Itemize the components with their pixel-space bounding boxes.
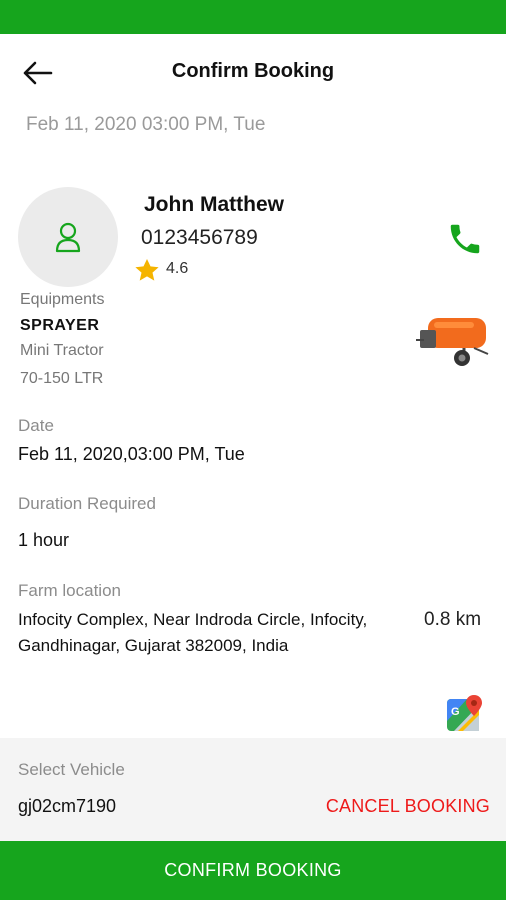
provider-name: John Matthew xyxy=(144,193,284,216)
call-button[interactable] xyxy=(446,220,484,258)
farm-location-label: Farm location xyxy=(18,581,121,600)
star-icon xyxy=(135,259,159,281)
provider-phone: 0123456789 xyxy=(141,226,258,249)
distance-value: 0.8 km xyxy=(424,609,482,630)
farm-location-address: Infocity Complex, Near Indroda Circle, I… xyxy=(18,610,368,655)
status-bar xyxy=(0,0,506,34)
duration-value: 1 hour xyxy=(18,530,70,550)
page-title: Confirm Booking xyxy=(171,60,335,82)
date-label: Date xyxy=(18,416,54,435)
date-value: Feb 11, 2020,03:00 PM, Tue xyxy=(18,444,245,464)
vehicle-select[interactable]: gj02cm7190 xyxy=(18,796,116,817)
equipment-label: Equipments xyxy=(20,291,105,308)
google-maps-icon: G xyxy=(447,695,482,731)
equipment-type: Mini Tractor xyxy=(20,342,104,359)
svg-text:G: G xyxy=(451,706,460,718)
confirm-booking-button[interactable]: CONFIRM BOOKING xyxy=(0,841,506,900)
avatar xyxy=(18,187,118,287)
sprayer-icon xyxy=(416,318,489,366)
rating-value: 4.6 xyxy=(166,260,189,277)
equipment-name: SPRAYER xyxy=(20,317,100,334)
vehicle-label: Select Vehicle xyxy=(18,760,125,779)
phone-icon xyxy=(450,224,480,254)
cancel-booking-button[interactable]: CANCEL BOOKING xyxy=(306,796,490,817)
vehicle-panel xyxy=(0,738,506,841)
map-button[interactable]: G xyxy=(446,694,484,732)
duration-label: Duration Required xyxy=(18,494,156,513)
booking-datetime: Feb 11, 2020 03:00 PM, Tue xyxy=(26,114,266,135)
equipment-capacity: 70-150 LTR xyxy=(20,370,104,387)
user-icon xyxy=(55,222,81,253)
